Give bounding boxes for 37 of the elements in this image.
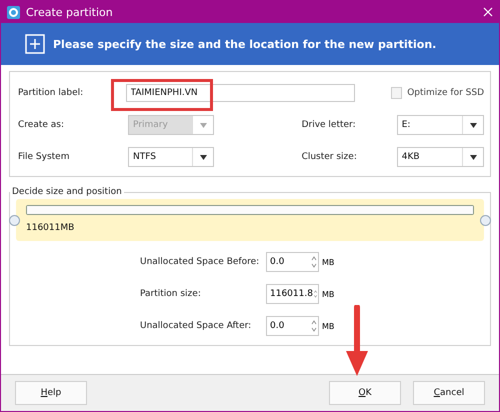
field-label: Unallocated Space Before: xyxy=(140,257,260,267)
field-label: Cluster size: xyxy=(302,152,358,162)
spin-field[interactable]: 0.0 xyxy=(266,252,319,272)
field-label: Partition label: xyxy=(18,88,84,98)
unit-label: MB xyxy=(322,258,334,266)
field-label: File System xyxy=(18,152,70,162)
field-label: Create as: xyxy=(18,120,66,130)
plus-icon xyxy=(25,34,45,54)
left-handle[interactable] xyxy=(9,215,20,226)
group-title: Decide size and position xyxy=(11,187,123,197)
close-icon[interactable] xyxy=(483,7,493,17)
unit-label: MB xyxy=(322,322,334,330)
partition-label-field[interactable]: TAIMIENPHI.VN xyxy=(126,84,354,102)
partition-size-text: 116011MB xyxy=(26,223,76,233)
dropdown[interactable]: NTFS xyxy=(128,147,214,167)
arrow-icon xyxy=(345,305,369,377)
app-icon xyxy=(7,6,20,18)
field-label: Unallocated Space After: xyxy=(140,321,252,331)
caret-icon[interactable] xyxy=(470,154,476,160)
dialog-button[interactable]: Cancel xyxy=(413,381,485,405)
unit-label: MB xyxy=(322,290,334,298)
caret-icon[interactable] xyxy=(470,122,476,128)
dialog-button[interactable]: OK xyxy=(329,381,401,405)
spin-arrows-icon[interactable] xyxy=(310,254,318,270)
dropdown[interactable]: E: xyxy=(396,115,484,135)
checkbox-label: Optimize for SSD xyxy=(407,88,484,98)
window-title: Create partition xyxy=(26,6,114,18)
caret-icon[interactable] xyxy=(200,154,207,160)
spin-field[interactable]: 0.0 xyxy=(266,316,319,336)
field-label: Drive letter: xyxy=(302,120,357,130)
field-label: Partition size: xyxy=(140,289,202,299)
spin-arrows-icon[interactable] xyxy=(310,318,318,334)
spin-field[interactable]: 116011.8 xyxy=(266,284,319,304)
dropdown[interactable]: 4KB xyxy=(396,147,484,167)
help-button[interactable]: Help xyxy=(15,381,87,405)
right-handle[interactable] xyxy=(480,215,491,226)
header-text: Please specify the size and the location for the new partition. xyxy=(53,38,436,50)
